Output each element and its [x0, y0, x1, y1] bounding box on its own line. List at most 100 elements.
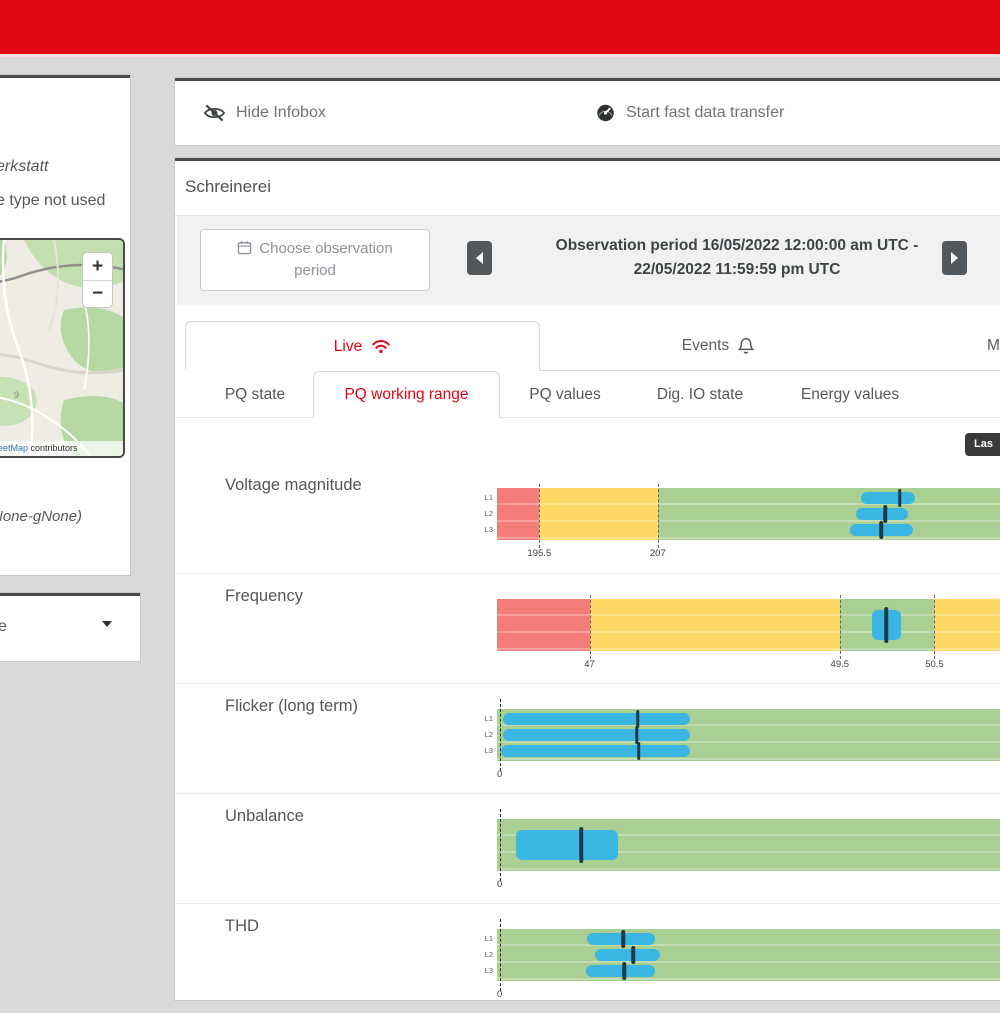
page-title: Schreinerei	[185, 177, 271, 197]
tick-label: 207	[650, 548, 666, 559]
observation-period-text: Observation period 16/05/2022 12:00:00 a…	[527, 234, 947, 282]
chevron-down-icon[interactable]	[102, 621, 112, 627]
tick-label: 195.5	[527, 548, 551, 559]
map-zoom-in-button[interactable]: +	[83, 253, 112, 280]
fast-data-transfer-label: Start fast data transfer	[626, 104, 784, 122]
threshold-line	[934, 595, 935, 659]
sidebar-info-card: erkstatt e type not used 9 + − eetMap co…	[0, 75, 130, 575]
zone-green	[658, 488, 1000, 540]
zero-line	[500, 699, 501, 771]
sidebar-dropdown-card: e	[0, 593, 140, 661]
previous-period-button[interactable]	[467, 241, 492, 275]
tick-label: 0	[497, 879, 502, 890]
row-label: L3	[476, 525, 493, 534]
tab-live[interactable]: Live	[185, 321, 540, 371]
subtab-pq-working-range[interactable]: PQ working range	[313, 371, 500, 418]
zone-yellow	[590, 599, 840, 651]
map-attribution-link[interactable]: eetMap	[0, 443, 28, 453]
main-panel: Schreinerei Choose observation period Ob…	[175, 158, 1000, 1000]
group-name: None-gNone)	[0, 508, 82, 525]
range-bar	[586, 965, 654, 977]
threshold-line	[658, 484, 659, 548]
row-label: L1	[476, 934, 493, 943]
toolbar: Hide Infobox Start fast data transfer	[175, 78, 1000, 145]
range-bar	[861, 492, 915, 504]
chart-band: 0L1L2L3	[497, 709, 1000, 761]
current-value-marker	[898, 489, 902, 507]
row-label: L2	[476, 509, 493, 518]
chart-section: Frequency4749.550.5	[175, 573, 1000, 683]
current-value-marker	[632, 946, 636, 964]
next-period-button[interactable]	[942, 241, 967, 275]
chart-title: Frequency	[225, 587, 303, 606]
zero-line	[500, 919, 501, 991]
tab-events-label: Events	[682, 337, 729, 355]
chevron-right-icon	[951, 252, 958, 264]
map-road-label: 9	[14, 390, 19, 400]
hide-infobox-button[interactable]: Hide Infobox	[203, 81, 326, 145]
map-attribution-text: contributors	[28, 443, 78, 453]
row-label: L3	[476, 966, 493, 975]
row-label: L2	[476, 950, 493, 959]
current-value-marker	[637, 742, 641, 760]
range-bar	[516, 830, 618, 860]
station-name: erkstatt	[0, 158, 48, 176]
subtab-dig-io-state[interactable]: Dig. IO state	[645, 371, 755, 418]
chart-title: Unbalance	[225, 807, 304, 826]
zone-yellow	[539, 488, 657, 540]
map-zoom-control: + −	[82, 252, 113, 308]
choose-observation-period-button[interactable]: Choose observation period	[200, 229, 430, 291]
chart-section: Unbalance 0	[175, 793, 1000, 903]
zero-line	[500, 809, 501, 881]
choose-observation-label-line1: Choose observation	[259, 240, 392, 257]
chart-section: THD 0 L1 L2 L3	[175, 903, 1000, 1013]
range-bar	[503, 713, 689, 725]
tick-label: 0	[497, 989, 502, 1000]
chart-section: Voltage magnitude195.5207L1L2L3	[175, 463, 1000, 573]
tab-events[interactable]: Events	[540, 321, 896, 371]
subtab-pq-values[interactable]: PQ values	[520, 371, 610, 418]
tick-label: 50.5	[925, 659, 944, 670]
row-label: L3	[476, 746, 493, 755]
tick-label: 49.5	[831, 659, 850, 670]
choose-observation-label-line2: period	[201, 260, 429, 282]
chart-section: Flicker (long term) 0L1L2L3	[175, 683, 1000, 793]
charts-container: Voltage magnitude195.5207L1L2L3Frequency…	[175, 463, 1000, 1013]
map-zoom-out-button[interactable]: −	[83, 280, 112, 307]
chart-band: 0	[497, 819, 1000, 871]
bell-icon	[738, 337, 754, 355]
tick-label: 47	[584, 659, 595, 670]
range-bar	[595, 949, 660, 961]
zone-yellow	[934, 599, 1000, 651]
fast-data-transfer-button[interactable]: Start fast data transfer	[595, 81, 784, 145]
sidebar-dropdown[interactable]: e	[0, 618, 7, 636]
observation-bar: Choose observation period Observation pe…	[177, 216, 1000, 305]
zone-red	[497, 599, 590, 651]
location-map[interactable]: 9 + − eetMap contributors	[0, 238, 125, 458]
chart-title: Flicker (long term)	[225, 697, 358, 716]
current-value-marker	[884, 505, 888, 523]
tab-more[interactable]: M	[896, 321, 1000, 371]
range-bar	[501, 745, 689, 757]
chart-title: THD	[225, 917, 259, 936]
subtab-pq-state[interactable]: PQ state	[210, 371, 300, 418]
current-value-marker	[879, 521, 883, 539]
row-label: L1	[476, 714, 493, 723]
chart-band: 195.5207L1L2L3	[497, 488, 1000, 540]
zone-red	[497, 488, 539, 540]
last-update-badge: Las	[965, 433, 1000, 456]
tab-live-label: Live	[334, 338, 362, 356]
chart-band: 4749.550.5	[497, 599, 1000, 651]
calendar-icon	[237, 240, 252, 255]
eye-slash-icon	[203, 103, 226, 123]
zone-green	[497, 929, 1000, 981]
current-value-marker	[623, 962, 627, 980]
current-value-marker	[885, 607, 889, 643]
threshold-line	[590, 595, 591, 659]
range-bar	[856, 508, 908, 520]
map-attribution: eetMap contributors	[0, 441, 123, 456]
tachometer-icon	[595, 103, 616, 123]
subtab-energy-values[interactable]: Energy values	[790, 371, 910, 418]
chevron-left-icon	[476, 252, 483, 264]
tab-more-label: M	[987, 337, 1000, 355]
